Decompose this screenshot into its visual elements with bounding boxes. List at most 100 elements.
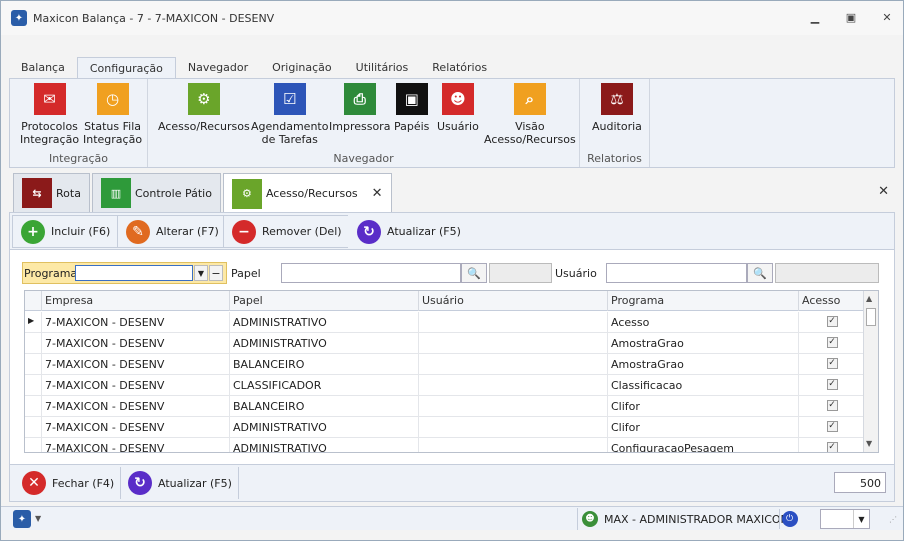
tab-balanca[interactable]: Balança: [9, 57, 77, 79]
papel-search-icon[interactable]: 🔍: [461, 263, 487, 283]
user-gear-icon: ⚙: [231, 178, 262, 209]
printer-icon: ⎙: [343, 83, 376, 115]
table-row[interactable]: 7-MAXICON - DESENV ADMINISTRATIVO Clifor ✓: [25, 417, 865, 438]
col-acesso[interactable]: Acesso: [799, 291, 865, 311]
alterar-button[interactable]: ✎ Alterar (F7): [117, 215, 228, 248]
tab-relatorios[interactable]: Relatórios: [420, 57, 499, 79]
tab-utilitarios[interactable]: Utilitários: [344, 57, 421, 79]
doc-tab-rota[interactable]: ⇆ Rota: [13, 173, 90, 213]
clear-programa-button[interactable]: −: [209, 265, 223, 281]
fechar-button[interactable]: ✕ Fechar (F4): [16, 467, 122, 499]
row-indicator[interactable]: [25, 333, 42, 354]
papeis-button[interactable]: ▣ Papéis: [394, 83, 429, 133]
app-window: ✦ Maxicon Balança - 7 - 7-MAXICON - DESE…: [0, 0, 904, 541]
status-combo[interactable]: ▼: [820, 509, 870, 529]
checklist-icon: ☑: [273, 83, 306, 115]
power-icon: ⏻: [781, 511, 798, 527]
auditoria-button[interactable]: ⚖ Auditoria: [592, 83, 642, 133]
grid-cell: [419, 396, 608, 417]
acesso-checkbox[interactable]: ✓: [826, 421, 838, 432]
programa-filter: Programa ▼ −: [22, 262, 227, 284]
chevron-down-icon[interactable]: ▼: [853, 510, 869, 528]
row-indicator[interactable]: [25, 375, 42, 396]
protocolos-integracao-button[interactable]: ✉ Protocolos Integração: [20, 83, 79, 146]
programa-combo[interactable]: [75, 265, 193, 281]
usuario-button[interactable]: ☻ Usuário: [437, 83, 479, 133]
acesso-checkbox[interactable]: ✓: [826, 358, 838, 369]
acesso-cell: ✓: [799, 312, 865, 333]
visao-acesso-recursos-button[interactable]: ⌕ Visão Acesso/Recursos: [484, 83, 576, 146]
grid-scrollbar[interactable]: ▲ ▼: [863, 291, 878, 452]
table-row[interactable]: 7-MAXICON - DESENV BALANCEIRO AmostraGrao ✓: [25, 354, 865, 375]
tab-navegador[interactable]: Navegador: [176, 57, 260, 79]
agendamento-tarefas-button[interactable]: ☑ Agendamento de Tarefas: [251, 83, 328, 146]
app-menu-icon[interactable]: ✦: [13, 510, 31, 528]
title-bar: ✦ Maxicon Balança - 7 - 7-MAXICON - DESE…: [1, 1, 903, 35]
table-row[interactable]: ▶ 7-MAXICON - DESENV ADMINISTRATIVO Acesso ✓: [25, 312, 865, 333]
chevron-down-icon[interactable]: ▼: [194, 265, 208, 281]
doc-tab-acesso-recursos[interactable]: ⚙ Acesso/Recursos ✕: [222, 173, 392, 213]
acesso-cell: ✓: [799, 333, 865, 354]
grid-cell: 7-MAXICON - DESENV: [42, 312, 230, 333]
close-window-button[interactable]: ✕: [879, 9, 895, 25]
scroll-down-icon[interactable]: ▼: [866, 439, 872, 448]
col-usuario[interactable]: Usuário: [419, 291, 608, 311]
acesso-checkbox[interactable]: ✓: [826, 379, 838, 390]
acesso-checkbox[interactable]: ✓: [826, 442, 838, 452]
grid-cell: 7-MAXICON - DESENV: [42, 417, 230, 438]
usuario-input[interactable]: [606, 263, 747, 283]
remover-button[interactable]: − Remover (Del): [223, 215, 351, 248]
resize-grip-icon[interactable]: ⋰: [889, 515, 897, 524]
close-circle-icon: ✕: [22, 471, 46, 495]
minus-icon: −: [232, 219, 256, 244]
clock-icon: ◷: [96, 83, 129, 115]
record-limit-field[interactable]: 500: [834, 472, 886, 493]
row-indicator[interactable]: [25, 417, 42, 438]
status-fila-integracao-button[interactable]: ◷ Status Fila Integração: [83, 83, 142, 146]
grid-cell: BALANCEIRO: [230, 354, 419, 375]
acesso-checkbox[interactable]: ✓: [826, 316, 838, 327]
incluir-button[interactable]: + Incluir (F6): [12, 215, 120, 248]
table-row[interactable]: 7-MAXICON - DESENV ADMINISTRATIVO Configur…: [25, 438, 865, 452]
impressora-button[interactable]: ⎙ Impressora: [329, 83, 390, 133]
grid-cell: 7-MAXICON - DESENV: [42, 396, 230, 417]
table-row[interactable]: 7-MAXICON - DESENV ADMINISTRATIVO AmostraG…: [25, 333, 865, 354]
app-logo-icon: ✦: [11, 10, 27, 26]
acesso-cell: ✓: [799, 375, 865, 396]
bottom-toolbar: ✕ Fechar (F4) ↻ Atualizar (F5) 500: [9, 464, 895, 502]
close-all-tabs-icon[interactable]: ✕: [878, 184, 889, 199]
papel-label: Papel: [231, 267, 261, 280]
maximize-button[interactable]: ▣: [843, 9, 859, 25]
acesso-recursos-button[interactable]: ⚙ Acesso/Recursos: [158, 83, 250, 133]
col-empresa[interactable]: Empresa: [42, 291, 230, 311]
row-indicator[interactable]: [25, 438, 42, 452]
papel-input[interactable]: [281, 263, 461, 283]
atualizar-button[interactable]: ↻ Atualizar (F5): [348, 215, 470, 248]
grid-cell: ADMINISTRATIVO: [230, 333, 419, 354]
col-papel[interactable]: Papel: [230, 291, 419, 311]
status-bar: ✦ ▼ ☻ MAX - ADMINISTRADOR MAXICON ⏻ ▼ ⋰: [1, 506, 903, 530]
table-row[interactable]: 7-MAXICON - DESENV CLASSIFICADOR Classific…: [25, 375, 865, 396]
usuario-search-icon[interactable]: 🔍: [747, 263, 773, 283]
bottom-atualizar-button[interactable]: ↻ Atualizar (F5): [122, 467, 239, 499]
chevron-down-icon[interactable]: ▼: [35, 514, 41, 523]
scroll-thumb[interactable]: [866, 308, 876, 326]
col-programa[interactable]: Programa: [608, 291, 799, 311]
scroll-up-icon[interactable]: ▲: [866, 294, 872, 303]
tab-originacao[interactable]: Originação: [260, 57, 344, 79]
user-icon: ☻: [582, 511, 598, 527]
tab-configuracao[interactable]: Configuração: [76, 57, 176, 79]
grid-cell: BALANCEIRO: [230, 396, 419, 417]
row-indicator[interactable]: [25, 396, 42, 417]
row-indicator[interactable]: [25, 354, 42, 375]
minimize-button[interactable]: ▁: [807, 9, 823, 25]
close-tab-icon[interactable]: ✕: [372, 186, 383, 201]
acesso-checkbox[interactable]: ✓: [826, 337, 838, 348]
acesso-checkbox[interactable]: ✓: [826, 400, 838, 411]
row-indicator[interactable]: ▶: [25, 312, 42, 333]
group-label-integracao: Integração: [48, 152, 109, 165]
doc-tab-controle-patio[interactable]: ▥ Controle Pátio: [91, 173, 221, 213]
logout-button[interactable]: ⏻: [779, 509, 799, 529]
window-title: Maxicon Balança - 7 - 7-MAXICON - DESENV: [33, 11, 275, 25]
table-row[interactable]: 7-MAXICON - DESENV BALANCEIRO Clifor ✓: [25, 396, 865, 417]
